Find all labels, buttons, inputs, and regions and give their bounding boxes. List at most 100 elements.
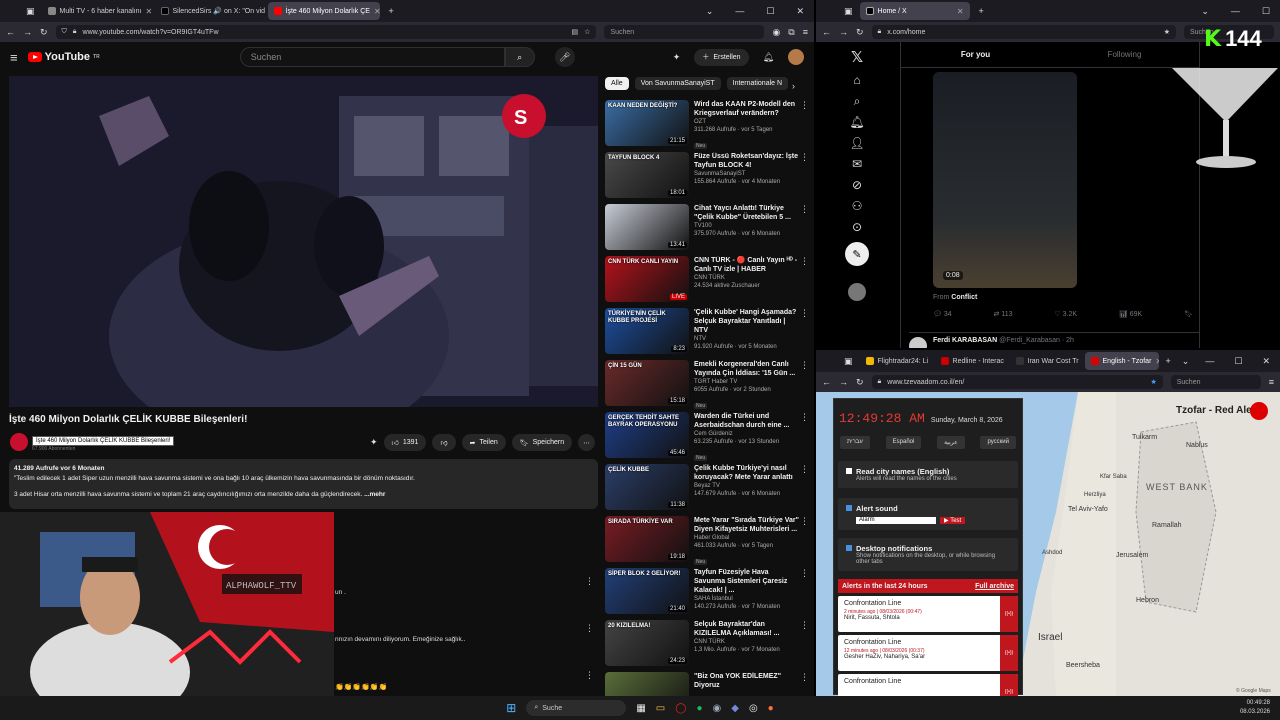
address-bar[interactable]: ⛉ 🔒︎ www.youtube.com/watch?v=OR9IGT4uTFw … bbox=[55, 25, 597, 39]
close-icon[interactable]: ✕ bbox=[374, 7, 380, 16]
lang-hebrew-button[interactable]: עברית bbox=[840, 436, 870, 449]
new-tab-icon[interactable]: + bbox=[389, 6, 394, 16]
checkbox-checked[interactable] bbox=[846, 505, 852, 511]
avatar[interactable] bbox=[788, 49, 804, 65]
save-button[interactable]: 🔖︎ Speichern bbox=[511, 434, 573, 451]
avatar[interactable] bbox=[909, 337, 927, 348]
tab-for-you[interactable]: For you bbox=[901, 42, 1050, 67]
more-options-icon[interactable]: ⋮ bbox=[800, 360, 809, 371]
more-options-icon[interactable]: ⋮ bbox=[800, 516, 809, 527]
tab-tzofar[interactable]: English - Tzofar✕ bbox=[1084, 352, 1159, 370]
lock-icon[interactable]: 🔒︎ bbox=[878, 378, 882, 386]
tab-flightradar[interactable]: Flightradar24: Li bbox=[860, 352, 932, 370]
video-title[interactable]: Füze Üssü Roketsan'dayız: İşte Tayfun BL… bbox=[694, 152, 801, 170]
youtube-search-button[interactable]: ⌕ bbox=[504, 47, 535, 67]
reload-icon[interactable]: ↻ bbox=[856, 27, 864, 37]
more-options-icon[interactable]: ⋮ bbox=[800, 152, 809, 163]
video-thumbnail[interactable]: SIRADA TÜRKİYE VAR 19:18 bbox=[605, 516, 689, 562]
reload-icon[interactable]: ↻ bbox=[40, 27, 48, 37]
chip-channel[interactable]: Von SavunmaSanayiST bbox=[634, 77, 721, 90]
from-name[interactable]: Conflict bbox=[951, 294, 977, 301]
alert-item[interactable]: Confrontation Line 12 minutes ago | 08/03… bbox=[838, 635, 1018, 671]
start-icon[interactable]: ⊞ bbox=[506, 701, 516, 715]
video-title[interactable]: CNN TÜRK - 🔴 Canlı Yayın ᴴᴰ - Canlı TV i… bbox=[694, 256, 801, 274]
tab-list-dropdown-icon[interactable]: ⌄ bbox=[706, 6, 714, 16]
share-button[interactable]: ➦ Teilen bbox=[461, 434, 506, 451]
video-title[interactable]: Cihat Yaycı Anlattı! Türkiye "Çelik Kubb… bbox=[694, 204, 801, 222]
more-options-icon[interactable]: ⋮ bbox=[800, 412, 809, 423]
post-author[interactable]: Ferdi KARABASAN bbox=[933, 337, 997, 344]
close-window-icon[interactable]: ✕ bbox=[796, 6, 804, 16]
chip-international[interactable]: Internationale N bbox=[726, 77, 789, 90]
minimize-icon[interactable]: — bbox=[1231, 6, 1240, 16]
like-button[interactable]: ♡ 3.2K bbox=[1054, 310, 1077, 318]
reply-button[interactable]: 💬︎ 34 bbox=[933, 310, 952, 318]
tab-list-icon[interactable]: ▣ bbox=[26, 6, 35, 16]
new-tab-icon[interactable]: + bbox=[1166, 356, 1171, 366]
channel-name[interactable]: Haber Global bbox=[694, 534, 801, 542]
lock-icon[interactable]: 🔒︎ bbox=[878, 28, 882, 36]
create-button[interactable]: ＋ Erstellen bbox=[694, 48, 749, 66]
test-button[interactable]: ▶ Test bbox=[940, 517, 966, 524]
description-more[interactable]: ...mehr bbox=[364, 491, 385, 498]
tab-list-icon[interactable]: ▣ bbox=[844, 356, 853, 366]
profile-icon[interactable]: ⚇ bbox=[852, 200, 863, 212]
tab-multitv[interactable]: Multi TV - 6 haber kanalını ✕ bbox=[42, 2, 152, 20]
channel-name[interactable]: OZT bbox=[694, 118, 801, 126]
recommendation-item[interactable]: 13:41 Cihat Yaycı Anlattı! Türkiye "Çelik… bbox=[605, 204, 809, 256]
chevron-right-icon[interactable]: › bbox=[792, 82, 795, 91]
video-title[interactable]: Warden die Türkei und Aserbaidschan durc… bbox=[694, 412, 801, 430]
alert-item[interactable]: Confrontation Line 2 minutes ago | 08/03/… bbox=[838, 596, 1018, 632]
address-bar[interactable]: 🔒︎ x.com/home ★ bbox=[871, 25, 1176, 39]
youtube-logo[interactable]: YouTube TR bbox=[27, 51, 100, 63]
video-title[interactable]: Selçuk Bayraktar'dan KIZILELMA Açıklamas… bbox=[694, 620, 801, 638]
video-thumbnail[interactable] bbox=[605, 672, 689, 696]
forward-icon[interactable]: → bbox=[839, 377, 848, 387]
maximize-icon[interactable]: ☐ bbox=[1234, 356, 1242, 366]
new-tab-icon[interactable]: + bbox=[979, 6, 984, 16]
checkbox[interactable] bbox=[846, 468, 852, 474]
more-options-icon[interactable]: ⋮ bbox=[800, 568, 809, 579]
video-title[interactable]: 'Çelik Kubbe' Hangi Aşamada? Selçuk Bayr… bbox=[694, 308, 801, 335]
more-actions-button[interactable]: ⋯ bbox=[578, 434, 596, 451]
channel-name[interactable]: TV100 bbox=[694, 222, 801, 230]
channel-name[interactable]: Beyaz TV bbox=[694, 482, 801, 490]
checkbox-checked[interactable] bbox=[846, 545, 852, 551]
close-icon[interactable]: ✕ bbox=[957, 7, 964, 16]
account-icon[interactable]: ◉ bbox=[772, 27, 780, 37]
more-options-icon[interactable]: ⋮ bbox=[800, 256, 809, 267]
video-title[interactable]: Wird das KAAN P2-Modell den Kriegsverlau… bbox=[694, 100, 801, 118]
close-icon[interactable]: ✕ bbox=[1155, 357, 1158, 366]
more-options-icon[interactable]: ⋮ bbox=[800, 464, 809, 475]
video-thumbnail[interactable]: CNN TÜRK CANLI YAYIN LIVE bbox=[605, 256, 689, 302]
video-thumbnail[interactable]: TAYFUN BLOCK 4 18:01 bbox=[605, 152, 689, 198]
video-title[interactable]: Emekli Korgeneral'den Canlı Yayında Çin … bbox=[694, 360, 801, 378]
close-icon[interactable]: ✕ bbox=[145, 7, 151, 16]
shield-icon[interactable]: ⛉ bbox=[62, 28, 67, 36]
maximize-icon[interactable]: ☐ bbox=[1262, 6, 1270, 16]
star-icon[interactable]: ★ bbox=[1150, 378, 1156, 386]
extension-icon[interactable]: ✦ bbox=[370, 438, 378, 447]
lock-icon[interactable]: 🔒︎ bbox=[73, 28, 77, 36]
x-logo-icon[interactable]: 𝕏 bbox=[851, 50, 863, 65]
channel-name[interactable]: CNN TÜRK bbox=[694, 638, 801, 646]
tab-iran-war[interactable]: Iran War Cost Tr bbox=[1010, 352, 1082, 370]
recommendation-item[interactable]: CNN TÜRK CANLI YAYIN LIVE CNN TÜRK - 🔴 Can… bbox=[605, 256, 809, 308]
tab-list-dropdown-icon[interactable]: ⌄ bbox=[1201, 6, 1209, 16]
recommendation-item[interactable]: TÜRKİYE'NİN ÇELİK KUBBE PROJESİ 8:23 'Çeli… bbox=[605, 308, 809, 360]
comment-more-icon[interactable]: ⋮ bbox=[585, 577, 594, 586]
more-options-icon[interactable]: ⋮ bbox=[800, 620, 809, 631]
tab-x-home[interactable]: Home / X ✕ bbox=[859, 2, 970, 20]
video-title[interactable]: Çelik Kubbe Türkiye'yi nasıl koruyacak? … bbox=[694, 464, 801, 482]
forward-icon[interactable]: → bbox=[23, 27, 32, 37]
video-thumbnail[interactable]: SİPER BLOK 2 GELİYOR! 21:40 bbox=[605, 568, 689, 614]
opera-icon[interactable]: ◯ bbox=[675, 703, 686, 714]
microphone-icon[interactable]: 🎤︎ bbox=[554, 47, 575, 67]
tab-redline[interactable]: Redline - Interac bbox=[935, 352, 1007, 370]
video-thumbnail[interactable]: ÇELİK KUBBE 11:38 bbox=[605, 464, 689, 510]
recommendation-item[interactable]: ÇİN 15 GÜN 15:18 Emekli Korgeneral'den Can… bbox=[605, 360, 809, 412]
extensions-icon[interactable]: ⧉ bbox=[788, 27, 794, 37]
channel-avatar[interactable] bbox=[10, 433, 28, 451]
file-explorer-icon[interactable]: ▭ bbox=[656, 703, 665, 714]
description-box[interactable]: 41.289 Aufrufe vor 6 Monaten "Teslim edi… bbox=[9, 459, 598, 509]
